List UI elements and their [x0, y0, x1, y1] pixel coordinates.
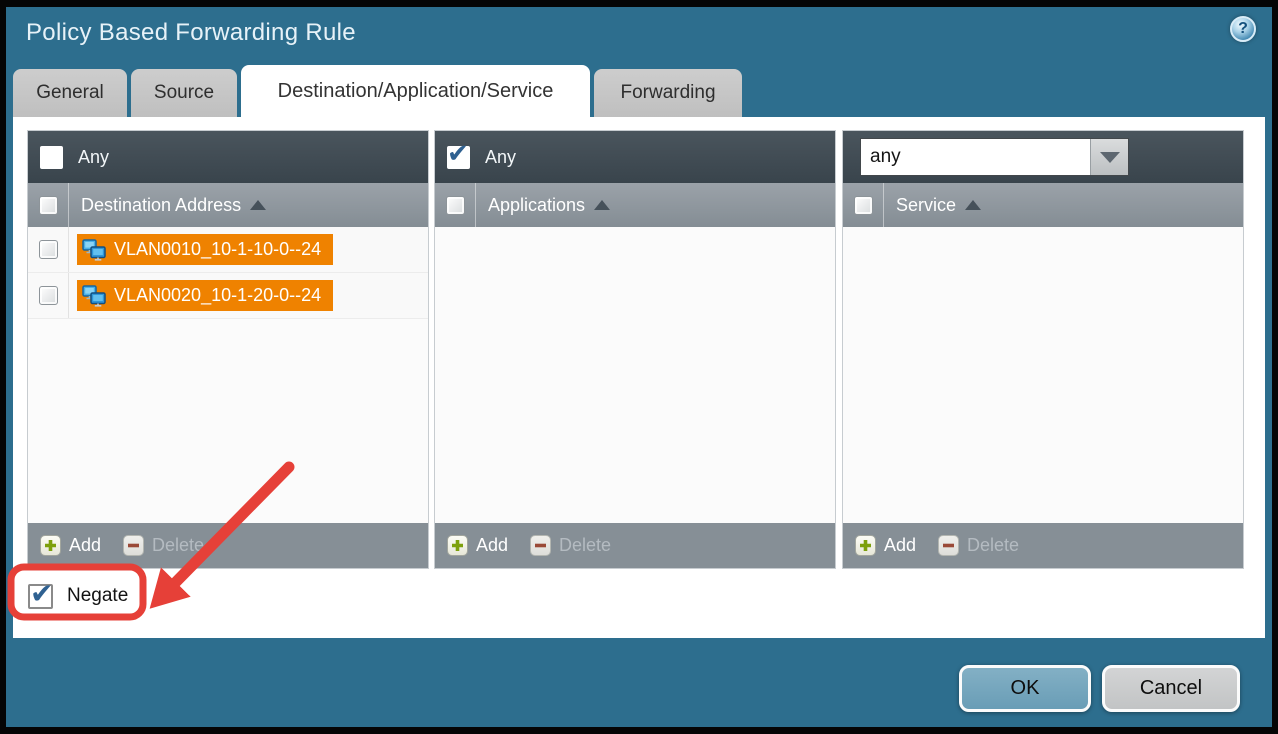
delete-icon	[123, 535, 144, 556]
pbf-rule-dialog-window: Policy Based Forwarding Rule ? General S…	[0, 0, 1278, 734]
destination-address-header-label: Destination Address	[81, 195, 241, 216]
add-icon	[447, 535, 468, 556]
applications-list	[435, 227, 835, 523]
destination-address-header-row: Destination Address	[28, 183, 428, 227]
address-object-label: VLAN0010_10-1-10-0--24	[114, 239, 321, 260]
network-address-icon	[82, 239, 106, 261]
tab-destination-application-service[interactable]: Destination/Application/Service	[241, 65, 590, 117]
dialog-title: Policy Based Forwarding Rule	[26, 19, 356, 47]
service-combobox	[860, 138, 1129, 176]
service-header-row: Service	[843, 183, 1243, 227]
negate-row: ✔ Negate	[28, 579, 128, 613]
service-toolbar: Add Delete	[843, 523, 1243, 568]
negate-checkbox[interactable]: ✔	[28, 584, 53, 609]
chevron-down-icon	[1100, 152, 1120, 163]
destination-any-label: Any	[78, 147, 109, 168]
service-any-bar	[843, 131, 1243, 183]
service-sort-header[interactable]: Service	[896, 183, 981, 227]
cancel-button[interactable]: Cancel	[1102, 665, 1240, 712]
sort-ascending-icon	[250, 200, 266, 210]
destination-toolbar: Add Delete	[28, 523, 428, 568]
address-object-vlan0010[interactable]: VLAN0010_10-1-10-0--24	[77, 234, 333, 265]
destination-add-button[interactable]: Add	[40, 535, 101, 556]
applications-sort-header[interactable]: Applications	[488, 183, 610, 227]
applications-add-button[interactable]: Add	[447, 535, 508, 556]
table-row: VLAN0020_10-1-20-0--24	[28, 273, 428, 319]
service-dropdown-input[interactable]	[861, 139, 1090, 175]
applications-any-label: Any	[485, 147, 516, 168]
service-list	[843, 227, 1243, 523]
sort-ascending-icon	[965, 200, 981, 210]
service-dropdown-button[interactable]	[1090, 139, 1128, 175]
help-icon[interactable]: ?	[1230, 16, 1256, 42]
tab-source[interactable]: Source	[131, 69, 237, 117]
destination-address-sort-header[interactable]: Destination Address	[81, 183, 266, 227]
row-checkbox-vlan0010[interactable]	[39, 240, 58, 259]
service-column: Service Add	[843, 131, 1243, 568]
destination-any-checkbox[interactable]: ✔	[40, 146, 63, 169]
address-object-vlan0020[interactable]: VLAN0020_10-1-20-0--24	[77, 280, 333, 311]
address-object-label: VLAN0020_10-1-20-0--24	[114, 285, 321, 306]
negate-label: Negate	[67, 585, 128, 607]
tab-forwarding[interactable]: Forwarding	[594, 69, 742, 117]
delete-icon	[530, 535, 551, 556]
delete-icon	[938, 535, 959, 556]
destination-address-column: ✔ Any Destination Address	[28, 131, 428, 568]
destination-any-bar: ✔ Any	[28, 131, 428, 183]
destination-delete-button[interactable]: Delete	[123, 535, 204, 556]
applications-header-row: Applications	[435, 183, 835, 227]
service-add-button[interactable]: Add	[855, 535, 916, 556]
applications-column: ✔ Any Applications Add	[435, 131, 835, 568]
add-icon	[40, 535, 61, 556]
service-delete-button[interactable]: Delete	[938, 535, 1019, 556]
applications-any-bar: ✔ Any	[435, 131, 835, 183]
service-select-all-checkbox[interactable]	[854, 196, 873, 215]
tab-general[interactable]: General	[13, 69, 127, 117]
sort-ascending-icon	[594, 200, 610, 210]
add-icon	[855, 535, 876, 556]
tab-content-panel: ✔ Any Destination Address	[13, 117, 1265, 638]
applications-delete-button[interactable]: Delete	[530, 535, 611, 556]
destination-select-all-checkbox[interactable]	[39, 196, 58, 215]
table-row: VLAN0010_10-1-10-0--24	[28, 227, 428, 273]
network-address-icon	[82, 285, 106, 307]
applications-header-label: Applications	[488, 195, 585, 216]
applications-any-checkbox[interactable]: ✔	[447, 146, 470, 169]
tab-bar: General Source Destination/Application/S…	[13, 65, 742, 117]
ok-button[interactable]: OK	[959, 665, 1091, 712]
service-header-label: Service	[896, 195, 956, 216]
row-checkbox-vlan0020[interactable]	[39, 286, 58, 305]
applications-toolbar: Add Delete	[435, 523, 835, 568]
applications-select-all-checkbox[interactable]	[446, 196, 465, 215]
destination-address-list: VLAN0010_10-1-10-0--24	[28, 227, 428, 523]
dialog-surface: Policy Based Forwarding Rule ? General S…	[6, 7, 1272, 727]
